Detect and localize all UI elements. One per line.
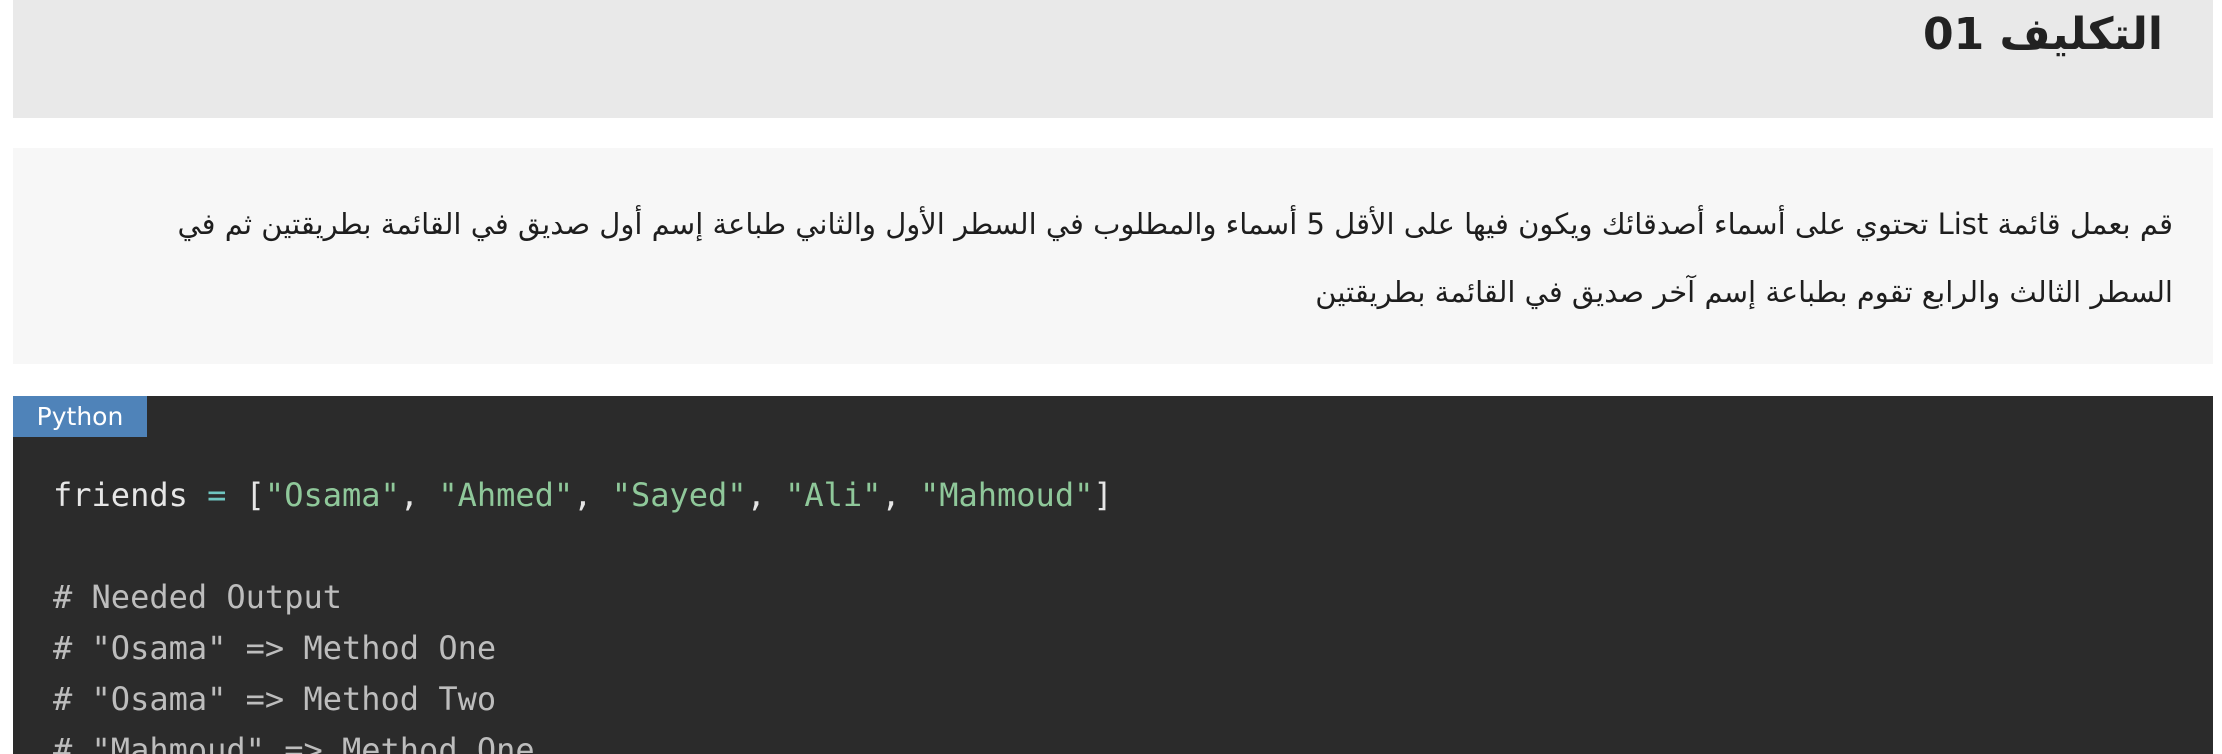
code-block: Python friends = ["Osama", "Ahmed", "Say… <box>13 396 2213 754</box>
variable-name: friends <box>53 476 188 514</box>
assignment-operator: = <box>207 476 227 514</box>
list-item: "Osama" <box>264 476 400 514</box>
list-separator: , <box>746 476 786 514</box>
list-item: "Mahmoud" <box>919 476 1094 514</box>
list-separator: , <box>399 476 439 514</box>
assignment-header: التكليف 01 <box>13 0 2213 118</box>
code-comment: # "Osama" => Method One <box>53 629 497 667</box>
list-item: "Ali" <box>785 476 882 514</box>
assignment-title: التكليف 01 <box>1922 9 2163 60</box>
list-item: "Ahmed" <box>438 476 574 514</box>
code-comment: # "Mahmoud" => Method One <box>53 731 535 754</box>
code-comment: # "Osama" => Method Two <box>53 680 497 718</box>
code-comment: # Needed Output <box>53 578 342 616</box>
assignment-description-box: قم بعمل قائمة List تحتوي على أسماء أصدقا… <box>13 148 2213 364</box>
language-badge: Python <box>13 396 147 437</box>
list-item: "Sayed" <box>611 476 747 514</box>
list-close-bracket: ] <box>1093 476 1113 514</box>
list-open-bracket: [ <box>245 476 265 514</box>
code-content: friends = ["Osama", "Ahmed", "Sayed", "A… <box>53 470 1113 754</box>
list-separator: , <box>573 476 612 514</box>
code-line-1: friends = ["Osama", "Ahmed", "Sayed", "A… <box>53 476 1113 514</box>
list-separator: , <box>881 476 920 514</box>
assignment-description: قم بعمل قائمة List تحتوي على أسماء أصدقا… <box>177 207 2173 309</box>
